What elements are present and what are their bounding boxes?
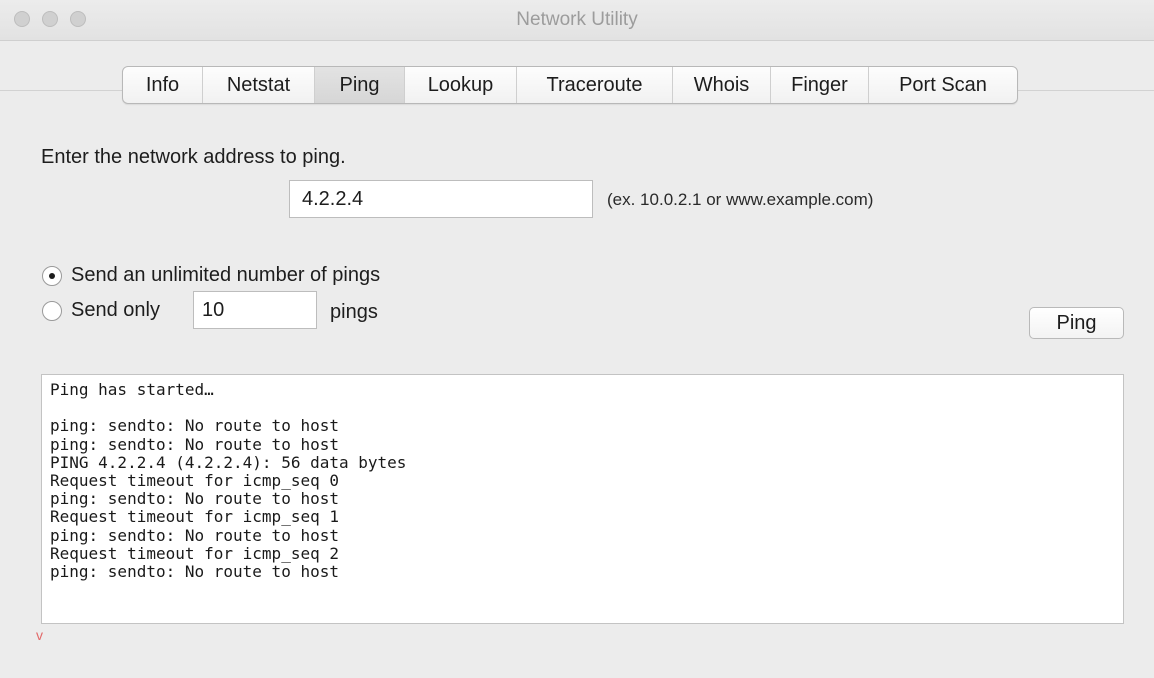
tab-port-scan[interactable]: Port Scan — [869, 67, 1017, 103]
address-hint: (ex. 10.0.2.1 or www.example.com) — [607, 190, 874, 209]
annotation-mark: v — [36, 627, 43, 643]
limited-label-before: Send only — [71, 299, 160, 321]
tab-traceroute[interactable]: Traceroute — [517, 67, 673, 103]
tab-lookup[interactable]: Lookup — [405, 67, 517, 103]
output-line: ping: sendto: No route to host — [50, 489, 339, 509]
ping-button[interactable]: Ping — [1029, 307, 1124, 339]
tab-finger[interactable]: Finger — [771, 67, 869, 103]
output-line: ping: sendto: No route to host — [50, 561, 339, 581]
output-line: ping: sendto: No route to host — [50, 434, 339, 454]
radio-selected-dot — [49, 273, 55, 279]
address-prompt: Enter the network address to ping. — [41, 146, 346, 168]
output-line: ping: sendto: No route to host — [50, 525, 339, 545]
output-line: Request timeout for icmp_seq 0 — [50, 470, 339, 490]
window-title: Network Utility — [516, 9, 638, 30]
output-line: Request timeout for icmp_seq 2 — [50, 543, 339, 563]
output-line: Request timeout for icmp_seq 1 — [50, 507, 339, 527]
tab-netstat[interactable]: Netstat — [203, 67, 315, 103]
limited-radio[interactable] — [42, 301, 62, 321]
unlimited-radio[interactable] — [42, 266, 62, 286]
output-line: Ping has started… — [50, 380, 214, 399]
tab-info[interactable]: Info — [123, 67, 203, 103]
ping-output[interactable]: Ping has started… ping: sendto: No route… — [41, 374, 1124, 624]
output-line: PING 4.2.2.4 (4.2.2.4): 56 data bytes — [50, 452, 407, 472]
output-line: ping: sendto: No route to host — [50, 416, 339, 436]
ping-count-input[interactable]: 10 — [193, 291, 317, 329]
tab-bar: Info Netstat Ping Lookup Traceroute Whoi… — [122, 66, 1018, 104]
unlimited-label: Send an unlimited number of pings — [71, 264, 381, 286]
address-input[interactable]: 4.2.2.4 — [289, 180, 593, 218]
limited-label-after: pings — [330, 301, 378, 323]
title-bar: Network Utility — [0, 0, 1154, 41]
tab-ping[interactable]: Ping — [315, 67, 405, 103]
tab-whois[interactable]: Whois — [673, 67, 771, 103]
